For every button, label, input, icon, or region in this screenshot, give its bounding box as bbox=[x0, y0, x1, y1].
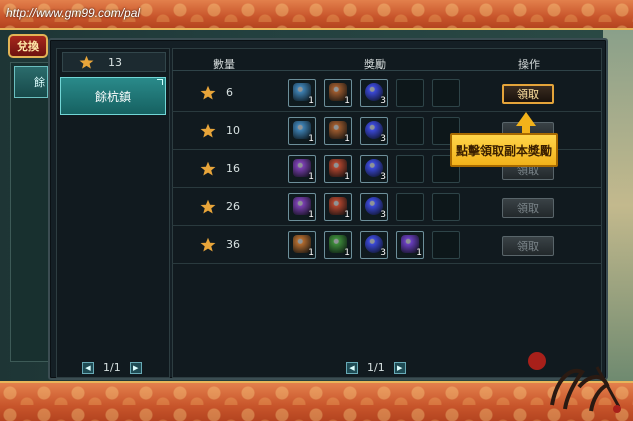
empty-slot bbox=[432, 231, 460, 259]
reward-slot[interactable]: 3 bbox=[360, 193, 388, 221]
tab-exchange[interactable]: 兌換 bbox=[8, 34, 48, 58]
star-requirement: 16 bbox=[226, 162, 240, 175]
empty-slot bbox=[396, 117, 424, 145]
region-label: 餘杭鎮 bbox=[94, 89, 131, 104]
item-quantity: 1 bbox=[308, 210, 314, 220]
reward-slot[interactable]: 1 bbox=[324, 155, 352, 183]
reward-row: 6 1 1 3 領取 bbox=[172, 74, 602, 112]
star-requirement: 10 bbox=[226, 124, 240, 137]
star-requirement: 26 bbox=[226, 200, 240, 213]
reward-slot[interactable]: 1 bbox=[288, 193, 316, 221]
item-quantity: 3 bbox=[380, 134, 386, 144]
star-total-box: 13 bbox=[62, 52, 166, 72]
empty-slot bbox=[432, 79, 460, 107]
reward-slot[interactable]: 1 bbox=[396, 231, 424, 259]
empty-slot bbox=[396, 79, 424, 107]
reward-slot[interactable]: 1 bbox=[324, 193, 352, 221]
reward-slot[interactable]: 1 bbox=[288, 155, 316, 183]
item-quantity: 3 bbox=[380, 96, 386, 106]
reward-slot[interactable]: 1 bbox=[288, 231, 316, 259]
page-indicator: 1/1 bbox=[103, 361, 121, 374]
item-quantity: 1 bbox=[344, 96, 350, 106]
empty-slot bbox=[396, 155, 424, 183]
side-item[interactable]: 餘 bbox=[14, 66, 48, 98]
star-icon bbox=[200, 123, 216, 138]
header-divider bbox=[172, 70, 602, 71]
claim-button[interactable]: 領取 bbox=[502, 84, 554, 104]
reward-row: 26 1 1 3 領取 bbox=[172, 188, 602, 226]
reward-slot[interactable]: 1 bbox=[324, 79, 352, 107]
game-logo-icon bbox=[528, 352, 621, 413]
item-quantity: 1 bbox=[308, 134, 314, 144]
prev-page-button[interactable]: ◀ bbox=[82, 361, 94, 374]
reward-slot[interactable]: 3 bbox=[360, 79, 388, 107]
region-item-yuhang[interactable]: 餘杭鎮 bbox=[60, 77, 166, 115]
reward-slot[interactable]: 1 bbox=[288, 79, 316, 107]
star-icon bbox=[200, 161, 216, 176]
item-quantity: 1 bbox=[344, 210, 350, 220]
empty-slot bbox=[432, 193, 460, 221]
reward-slot[interactable]: 1 bbox=[324, 231, 352, 259]
item-quantity: 1 bbox=[344, 248, 350, 258]
star-total-value: 13 bbox=[108, 55, 122, 69]
star-icon bbox=[200, 237, 216, 252]
prev-page-button[interactable]: ◀ bbox=[346, 361, 358, 374]
reward-slot[interactable]: 3 bbox=[360, 231, 388, 259]
claim-button[interactable]: 領取 bbox=[502, 236, 554, 256]
item-quantity: 1 bbox=[416, 248, 422, 258]
next-page-button[interactable]: ▶ bbox=[129, 361, 142, 374]
region-pager: ◀ 1/1 ▶ bbox=[82, 361, 142, 374]
item-quantity: 1 bbox=[308, 96, 314, 106]
claim-tooltip: 點擊領取副本獎勵 bbox=[450, 133, 558, 167]
reward-row: 36 1 1 3 1 領取 bbox=[172, 226, 602, 264]
page-indicator: 1/1 bbox=[367, 361, 385, 374]
claim-button[interactable]: 領取 bbox=[502, 198, 554, 218]
reward-slot[interactable]: 1 bbox=[288, 117, 316, 145]
reward-slot[interactable]: 3 bbox=[360, 117, 388, 145]
reward-pager: ◀ 1/1 ▶ bbox=[346, 361, 406, 374]
reward-slot[interactable]: 1 bbox=[324, 117, 352, 145]
star-icon bbox=[200, 85, 216, 100]
empty-slot bbox=[396, 193, 424, 221]
next-page-button[interactable]: ▶ bbox=[393, 361, 406, 374]
item-quantity: 1 bbox=[344, 134, 350, 144]
item-quantity: 1 bbox=[308, 172, 314, 182]
star-icon bbox=[200, 199, 216, 214]
item-quantity: 1 bbox=[344, 172, 350, 182]
star-requirement: 36 bbox=[226, 238, 240, 251]
item-quantity: 1 bbox=[308, 248, 314, 258]
reward-slot[interactable]: 3 bbox=[360, 155, 388, 183]
item-quantity: 3 bbox=[380, 248, 386, 258]
item-quantity: 3 bbox=[380, 210, 386, 220]
star-icon bbox=[79, 55, 94, 69]
corner-marker-icon bbox=[157, 79, 163, 85]
star-requirement: 6 bbox=[226, 86, 233, 99]
side-panel bbox=[10, 62, 50, 362]
item-quantity: 3 bbox=[380, 172, 386, 182]
site-url: http://www.gm99.com/pal bbox=[6, 6, 141, 20]
